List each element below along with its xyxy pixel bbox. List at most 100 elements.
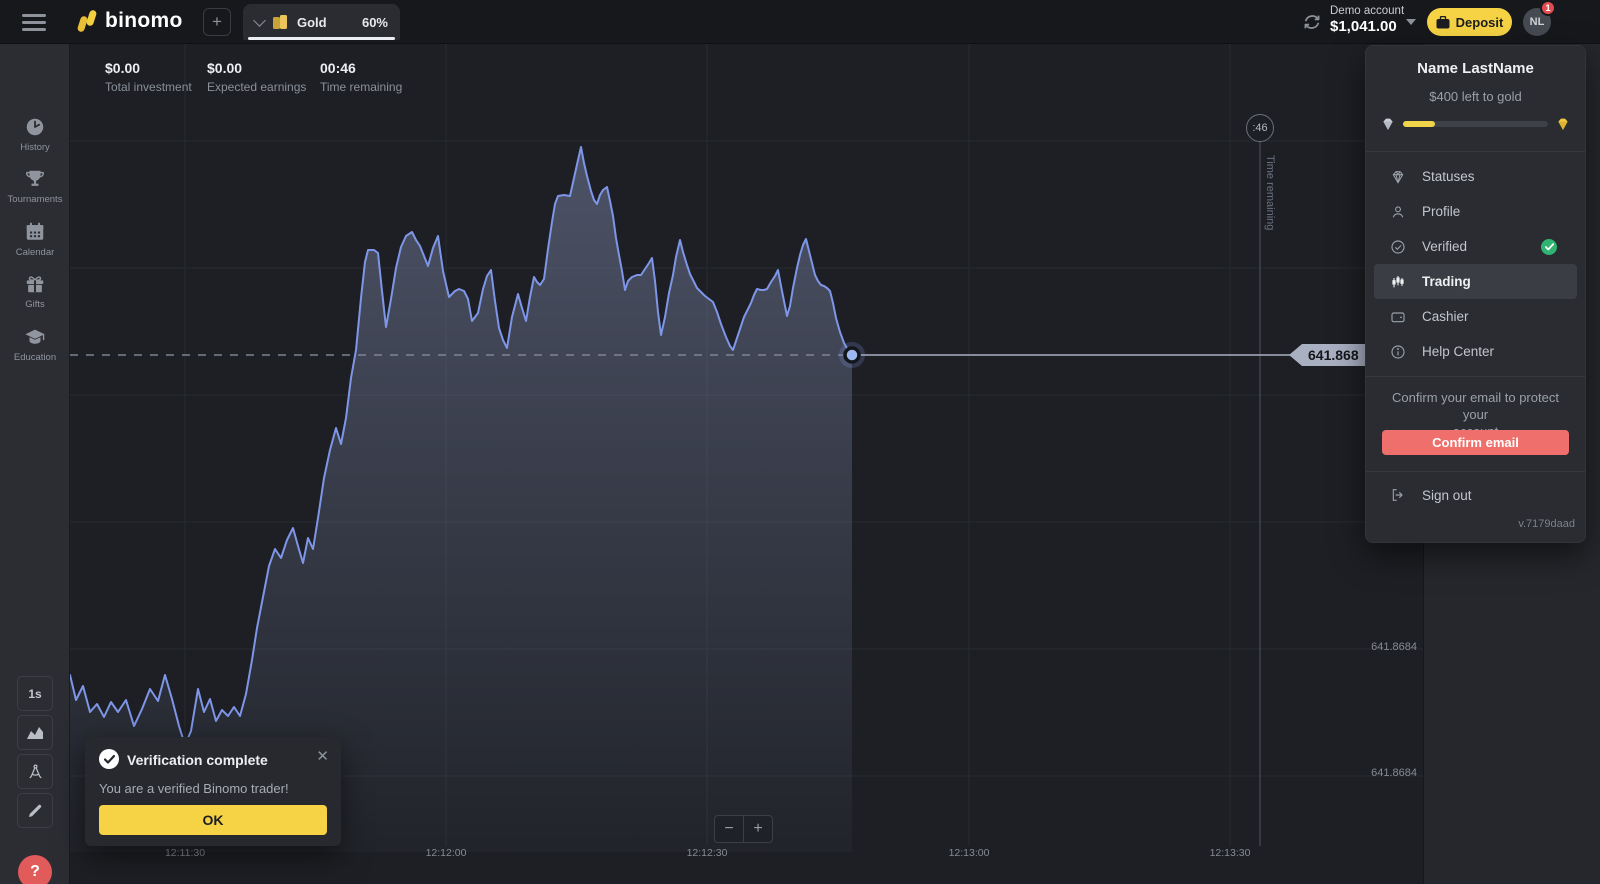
x-axis-tick: 12:13:00	[949, 847, 990, 859]
left-sidebar: History Tournaments Calendar	[0, 44, 70, 884]
app-version: v.7179daad	[1518, 518, 1575, 530]
sidebar-item-label: Gifts	[0, 299, 70, 310]
silver-gem-icon	[1380, 116, 1396, 132]
asset-tab-gold[interactable]: Gold 60%	[243, 4, 400, 40]
toast-ok-button[interactable]: OK	[99, 805, 327, 835]
deposit-label: Deposit	[1456, 15, 1504, 30]
sidebar-item-education[interactable]: Education	[0, 326, 70, 363]
account-chevron-icon[interactable]	[1406, 19, 1416, 25]
deposit-button[interactable]: Deposit	[1427, 8, 1512, 36]
asset-name: Gold	[297, 15, 354, 30]
logo-text: binomo	[105, 9, 183, 33]
menu-item-trading[interactable]: Trading	[1374, 264, 1577, 299]
menu-item-label: Verified	[1422, 239, 1467, 254]
stat-value: $0.00	[207, 60, 306, 76]
chart-zoom-controls: − +	[714, 815, 773, 843]
sidebar-item-label: Calendar	[0, 247, 70, 258]
sidebar-item-tournaments[interactable]: Tournaments	[0, 168, 70, 205]
top-bar: binomo + Gold 60% Demo account $1,041.00…	[0, 0, 1600, 44]
interval-selector-button[interactable]: 1s	[17, 676, 53, 711]
current-point-marker	[839, 342, 865, 368]
gift-icon	[24, 273, 46, 295]
wallet-outline-icon	[1390, 309, 1406, 325]
refresh-icon[interactable]	[1303, 13, 1321, 31]
indicators-button[interactable]	[17, 754, 53, 789]
stat-label: Total investment	[105, 80, 192, 94]
binomo-logo: binomo	[78, 7, 183, 35]
binomo-bolt-icon	[78, 7, 98, 35]
zoom-in-button[interactable]: +	[743, 815, 773, 843]
menu-item-profile[interactable]: Profile	[1374, 194, 1577, 229]
toast-title: Verification complete	[127, 752, 268, 768]
x-axis-tick: 12:12:30	[687, 847, 728, 859]
sign-out-button[interactable]: Sign out	[1374, 480, 1577, 510]
area-chart-icon	[26, 726, 44, 740]
help-button[interactable]: ?	[18, 855, 52, 884]
user-name: Name LastName	[1366, 60, 1585, 77]
x-axis-tick: 12:11:30	[165, 847, 205, 859]
asset-payout: 60%	[362, 15, 388, 30]
x-axis-tick: 12:12:00	[426, 847, 467, 859]
current-price-tag: 641.868	[1289, 344, 1377, 366]
pencil-icon	[27, 803, 43, 819]
menu-item-label: Cashier	[1422, 309, 1469, 324]
calendar-icon	[24, 221, 46, 243]
y-axis-tick: 641.8684	[1371, 641, 1417, 653]
binomo-trading-app: 12:11:30 12:12:00 12:12:30 12:13:00 12:1…	[0, 0, 1600, 884]
y-axis-tick: 641.8684	[1371, 767, 1417, 779]
sidebar-item-label: History	[0, 142, 70, 153]
chart-type-button[interactable]	[17, 715, 53, 750]
menu-item-verified[interactable]: Verified	[1374, 229, 1577, 264]
close-icon[interactable]: ✕	[316, 747, 329, 765]
status-progress-bar	[1403, 121, 1548, 127]
confirm-email-button[interactable]: Confirm email	[1382, 430, 1569, 455]
sidebar-item-gifts[interactable]: Gifts	[0, 273, 70, 310]
verified-check-badge	[1541, 239, 1557, 255]
divider	[1366, 151, 1585, 152]
gem-outline-icon	[1390, 169, 1406, 185]
sidebar-item-label: Education	[0, 352, 70, 363]
active-tab-underline	[248, 37, 395, 40]
stat-label: Time remaining	[320, 80, 402, 94]
notification-count-badge: 1	[1540, 0, 1556, 16]
countdown-axis-label: Time remaining	[1264, 155, 1276, 230]
account-menu-panel: Name LastName $400 left to gold Statuses…	[1365, 45, 1586, 543]
divider	[1366, 471, 1585, 472]
status-progress-caption: $400 left to gold	[1366, 89, 1585, 104]
menu-item-help-center[interactable]: Help Center	[1374, 334, 1577, 369]
sidebar-item-calendar[interactable]: Calendar	[0, 221, 70, 258]
stat-total-investment: $0.00 Total investment	[105, 60, 192, 94]
graduation-cap-icon	[23, 326, 47, 348]
x-axis-tick: 12:13:30	[1210, 847, 1251, 859]
person-icon	[1390, 204, 1406, 220]
stat-time-remaining: 00:46 Time remaining	[320, 60, 402, 94]
verification-toast: Verification complete ✕ You are a verifi…	[85, 737, 341, 846]
chevron-down-icon[interactable]	[253, 14, 266, 27]
stat-value: $0.00	[105, 60, 192, 76]
drawing-tools-button[interactable]	[17, 793, 53, 828]
divider	[1366, 376, 1585, 377]
account-switcher[interactable]: Demo account $1,041.00	[1330, 5, 1404, 35]
menu-item-label: Profile	[1422, 204, 1460, 219]
candlestick-chart-icon	[1390, 274, 1406, 290]
zoom-out-button[interactable]: −	[714, 815, 744, 843]
sign-out-icon	[1390, 487, 1406, 503]
status-progress-fill	[1403, 121, 1435, 127]
gold-asset-icon	[272, 14, 289, 31]
menu-item-statuses[interactable]: Statuses	[1374, 159, 1577, 194]
account-balance: $1,041.00	[1330, 18, 1404, 35]
trophy-icon	[24, 168, 46, 190]
sidebar-item-label: Tournaments	[0, 194, 70, 205]
sign-out-label: Sign out	[1422, 488, 1472, 503]
sidebar-item-history[interactable]: History	[0, 116, 70, 153]
menu-item-cashier[interactable]: Cashier	[1374, 299, 1577, 334]
stat-label: Expected earnings	[207, 80, 306, 94]
menu-icon[interactable]	[22, 14, 46, 31]
check-circle-icon	[99, 749, 119, 769]
check-circle-outline-icon	[1390, 239, 1406, 255]
menu-item-label: Statuses	[1422, 169, 1475, 184]
add-asset-tab-button[interactable]: +	[203, 8, 231, 36]
menu-item-label: Help Center	[1422, 344, 1494, 359]
toast-body: You are a verified Binomo trader!	[99, 781, 289, 796]
gold-gem-icon	[1555, 116, 1571, 132]
